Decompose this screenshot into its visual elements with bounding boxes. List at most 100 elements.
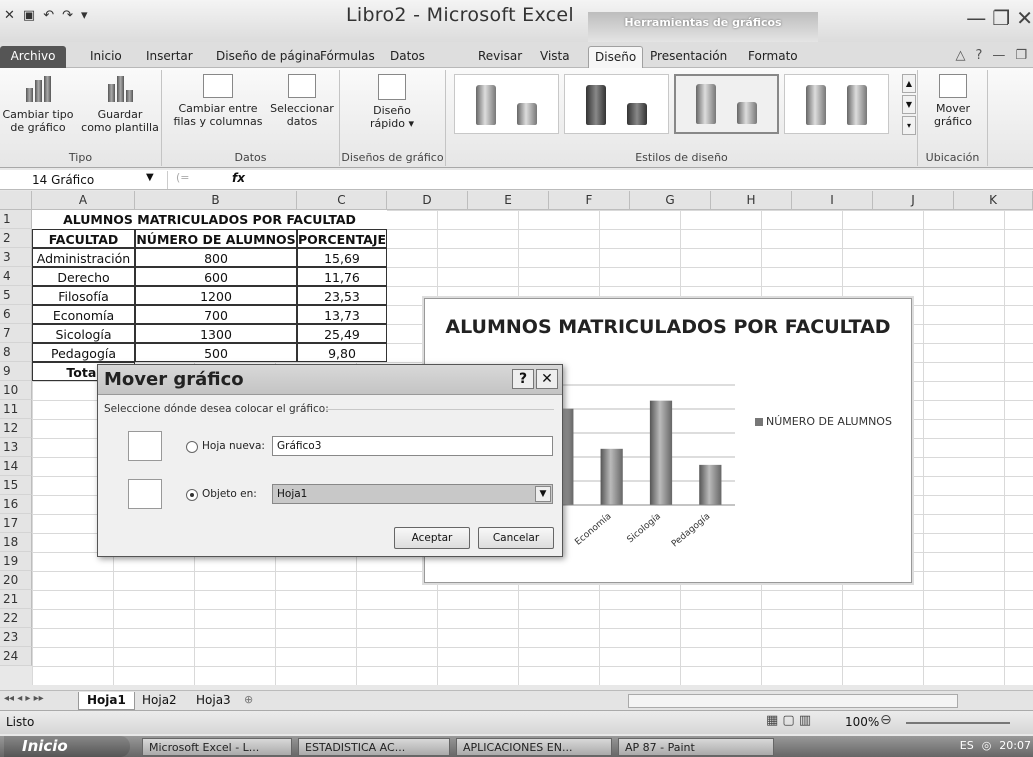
- col-header-e[interactable]: E: [468, 191, 549, 210]
- data-cell[interactable]: 700: [135, 305, 297, 324]
- data-cell[interactable]: Sicología: [32, 324, 135, 343]
- data-cell[interactable]: 15,69: [297, 248, 387, 267]
- cancel-formula-icon[interactable]: (=: [176, 171, 190, 184]
- col-header-h[interactable]: H: [711, 191, 792, 210]
- col-header-j[interactable]: J: [873, 191, 954, 210]
- change-chart-type-button[interactable]: Cambiar tipo de gráfico: [2, 74, 74, 134]
- more-styles-icon[interactable]: ▾: [902, 116, 916, 135]
- row-header[interactable]: 20: [0, 571, 32, 590]
- tab-presentacion[interactable]: Presentación: [644, 46, 733, 68]
- new-sheet-radio[interactable]: [186, 441, 198, 453]
- data-cell[interactable]: Pedagogía: [32, 343, 135, 362]
- col-header-c[interactable]: C: [297, 191, 387, 210]
- cancel-button[interactable]: Cancelar: [478, 527, 554, 549]
- name-box-dropdown-icon[interactable]: ▼: [146, 172, 154, 183]
- col-header-g[interactable]: G: [630, 191, 711, 210]
- tab-insertar[interactable]: Insertar: [140, 46, 199, 68]
- language-indicator[interactable]: ES: [960, 739, 974, 752]
- close-icon[interactable]: ✕: [536, 369, 558, 389]
- data-cell[interactable]: Administración: [32, 248, 135, 267]
- row-header[interactable]: 3: [0, 248, 32, 267]
- row-header[interactable]: 19: [0, 552, 32, 571]
- help-icon[interactable]: ?: [975, 48, 982, 63]
- minimize-ribbon-icon[interactable]: △: [955, 48, 965, 63]
- row-header[interactable]: 14: [0, 457, 32, 476]
- sheet-title-cell[interactable]: ALUMNOS MATRICULADOS POR FACULTAD: [32, 210, 387, 229]
- data-cell[interactable]: 1300: [135, 324, 297, 343]
- header-cell-facultad[interactable]: FACULTAD: [32, 229, 135, 248]
- tab-formato[interactable]: Formato: [742, 46, 804, 68]
- excel-icon[interactable]: ✕: [4, 8, 15, 23]
- object-in-select[interactable]: Hoja1 ▼: [272, 484, 553, 504]
- row-header[interactable]: 21: [0, 590, 32, 609]
- row-header[interactable]: 23: [0, 628, 32, 647]
- tab-datos[interactable]: Datos: [384, 46, 431, 68]
- tab-revisar[interactable]: Revisar: [472, 46, 528, 68]
- header-cell-porcentaje[interactable]: PORCENTAJE: [297, 229, 387, 248]
- switch-row-column-button[interactable]: Cambiar entre filas y columnas: [168, 74, 268, 128]
- row-header[interactable]: 5: [0, 286, 32, 305]
- chart-bar[interactable]: [649, 400, 673, 505]
- data-cell[interactable]: Derecho: [32, 267, 135, 286]
- object-in-radio[interactable]: [186, 489, 198, 501]
- data-cell[interactable]: 13,73: [297, 305, 387, 324]
- col-header-i[interactable]: I: [792, 191, 873, 210]
- row-header[interactable]: 10: [0, 381, 32, 400]
- view-icons[interactable]: ▦ ▢ ▥: [766, 713, 811, 728]
- row-header[interactable]: 15: [0, 476, 32, 495]
- chart-bar[interactable]: [600, 448, 623, 505]
- close-icon[interactable]: ✕: [1016, 6, 1033, 30]
- select-all-corner[interactable]: [0, 191, 32, 210]
- save-icon[interactable]: ▣: [23, 8, 35, 23]
- customize-icon[interactable]: ▾: [81, 8, 88, 23]
- fx-icon[interactable]: fx: [232, 171, 245, 185]
- zoom-slider[interactable]: [906, 722, 1010, 724]
- row-header[interactable]: 2: [0, 229, 32, 248]
- row-header[interactable]: 12: [0, 419, 32, 438]
- accept-button[interactable]: Aceptar: [394, 527, 470, 549]
- row-header[interactable]: 6: [0, 305, 32, 324]
- tab-diseno-pagina[interactable]: Diseño de página: [210, 46, 327, 68]
- redo-icon[interactable]: ↷: [62, 8, 73, 23]
- col-header-d[interactable]: D: [387, 191, 468, 210]
- row-header[interactable]: 13: [0, 438, 32, 457]
- taskbar-item[interactable]: Microsoft Excel - L...: [142, 738, 292, 756]
- row-header[interactable]: 8: [0, 343, 32, 362]
- row-header[interactable]: 17: [0, 514, 32, 533]
- scroll-down-icon[interactable]: ▼: [902, 95, 916, 114]
- col-header-b[interactable]: B: [135, 191, 297, 210]
- tab-vista[interactable]: Vista: [534, 46, 576, 68]
- row-header[interactable]: 18: [0, 533, 32, 552]
- row-header[interactable]: 4: [0, 267, 32, 286]
- chart-bar[interactable]: [699, 464, 722, 505]
- taskbar-item[interactable]: APLICACIONES EN...: [456, 738, 612, 756]
- chevron-down-icon[interactable]: ▼: [535, 486, 551, 502]
- taskbar-item[interactable]: ESTADISTICA AC...: [298, 738, 450, 756]
- chart-style-1[interactable]: [454, 74, 559, 134]
- header-cell-alumnos[interactable]: NÚMERO DE ALUMNOS: [135, 229, 297, 248]
- row-header[interactable]: 24: [0, 647, 32, 666]
- row-header[interactable]: 1: [0, 210, 32, 229]
- row-header[interactable]: 7: [0, 324, 32, 343]
- chart-style-4[interactable]: [784, 74, 889, 134]
- sheet-nav-icons[interactable]: ◂◂ ◂ ▸ ▸▸: [4, 693, 44, 704]
- sheet-tab-hoja1[interactable]: Hoja1: [78, 692, 135, 710]
- select-data-button[interactable]: Seleccionar datos: [266, 74, 338, 128]
- undo-icon[interactable]: ↶: [43, 8, 54, 23]
- tab-inicio[interactable]: Inicio: [84, 46, 128, 68]
- new-sheet-icon[interactable]: ⊕: [244, 693, 253, 706]
- sheet-tab-hoja2[interactable]: Hoja2: [134, 692, 185, 710]
- row-header[interactable]: 9: [0, 362, 32, 381]
- chart-legend[interactable]: NÚMERO DE ALUMNOS: [755, 415, 892, 428]
- col-header-k[interactable]: K: [954, 191, 1033, 210]
- data-cell[interactable]: 1200: [135, 286, 297, 305]
- restore-doc-icon[interactable]: ❐: [1015, 48, 1027, 63]
- start-button[interactable]: Inicio: [4, 736, 130, 757]
- chart-style-2[interactable]: [564, 74, 669, 134]
- restore-icon[interactable]: ❐: [992, 6, 1010, 30]
- save-template-button[interactable]: Guardar como plantilla: [80, 74, 160, 134]
- data-cell[interactable]: 9,80: [297, 343, 387, 362]
- chart-style-3[interactable]: [674, 74, 779, 134]
- scroll-up-icon[interactable]: ▲: [902, 74, 916, 93]
- tab-diseno[interactable]: Diseño: [588, 46, 644, 68]
